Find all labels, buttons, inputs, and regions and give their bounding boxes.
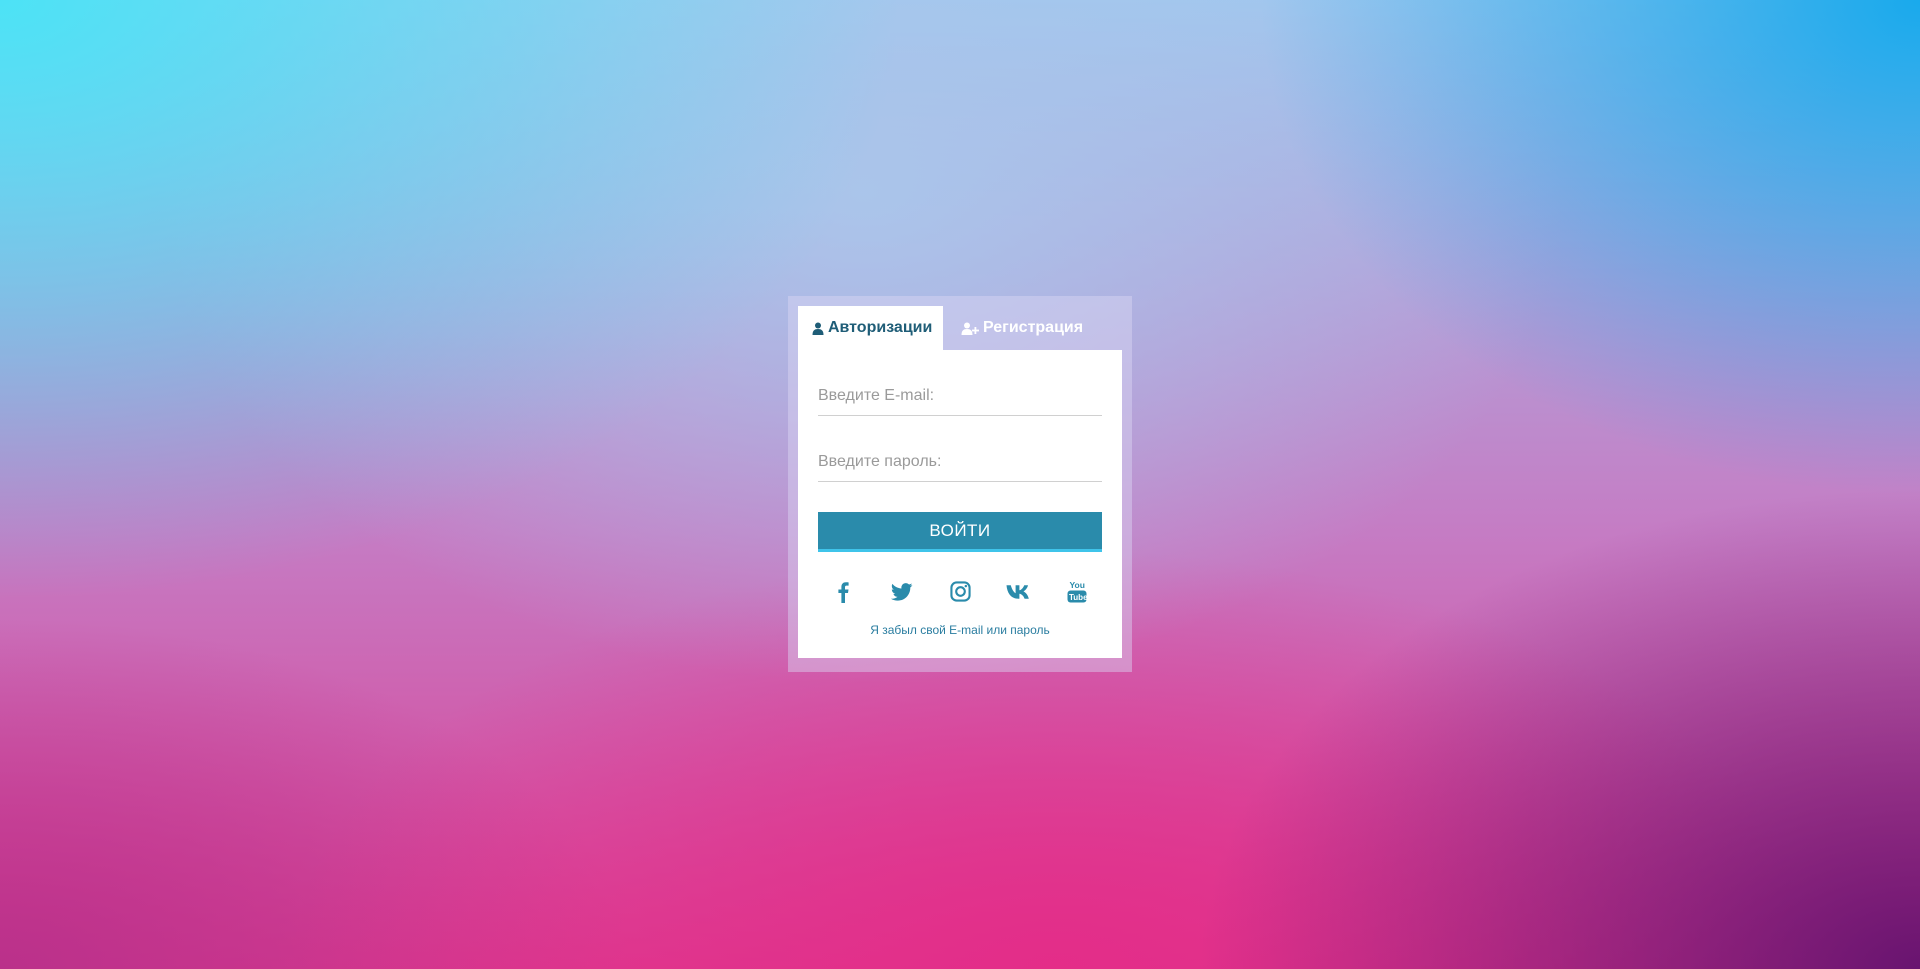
twitter-icon [890, 582, 913, 606]
tab-register-label: Регистрация [983, 319, 1084, 336]
user-plus-icon [961, 322, 979, 335]
email-field[interactable] [818, 376, 1102, 416]
tab-register[interactable]: Регистрация [943, 306, 1093, 350]
youtube-icon: You Tube [1066, 579, 1088, 610]
forgot-credentials-link[interactable]: Я забыл свой E-mail или пароль [798, 623, 1122, 637]
instagram-icon [949, 581, 971, 607]
login-button[interactable]: ВОЙТИ [818, 512, 1102, 552]
youtube-link[interactable]: You Tube [1062, 579, 1092, 609]
tab-login[interactable]: Авторизации [798, 306, 943, 350]
user-icon [812, 322, 824, 335]
facebook-link[interactable] [828, 579, 858, 609]
twitter-link[interactable] [887, 579, 917, 609]
vk-icon [1006, 584, 1032, 605]
auth-panel: Авторизации Регистрация ВОЙТИ [788, 296, 1132, 672]
tab-login-label: Авторизации [828, 319, 933, 336]
facebook-icon [837, 581, 849, 608]
svg-text:Tube: Tube [1069, 592, 1088, 601]
instagram-link[interactable] [945, 579, 975, 609]
auth-tabs: Авторизации Регистрация [798, 306, 1093, 350]
social-links: You Tube [818, 579, 1102, 609]
password-field[interactable] [818, 442, 1102, 482]
login-form: ВОЙТИ [798, 350, 1122, 658]
vk-link[interactable] [1004, 579, 1034, 609]
svg-text:You: You [1070, 580, 1085, 590]
